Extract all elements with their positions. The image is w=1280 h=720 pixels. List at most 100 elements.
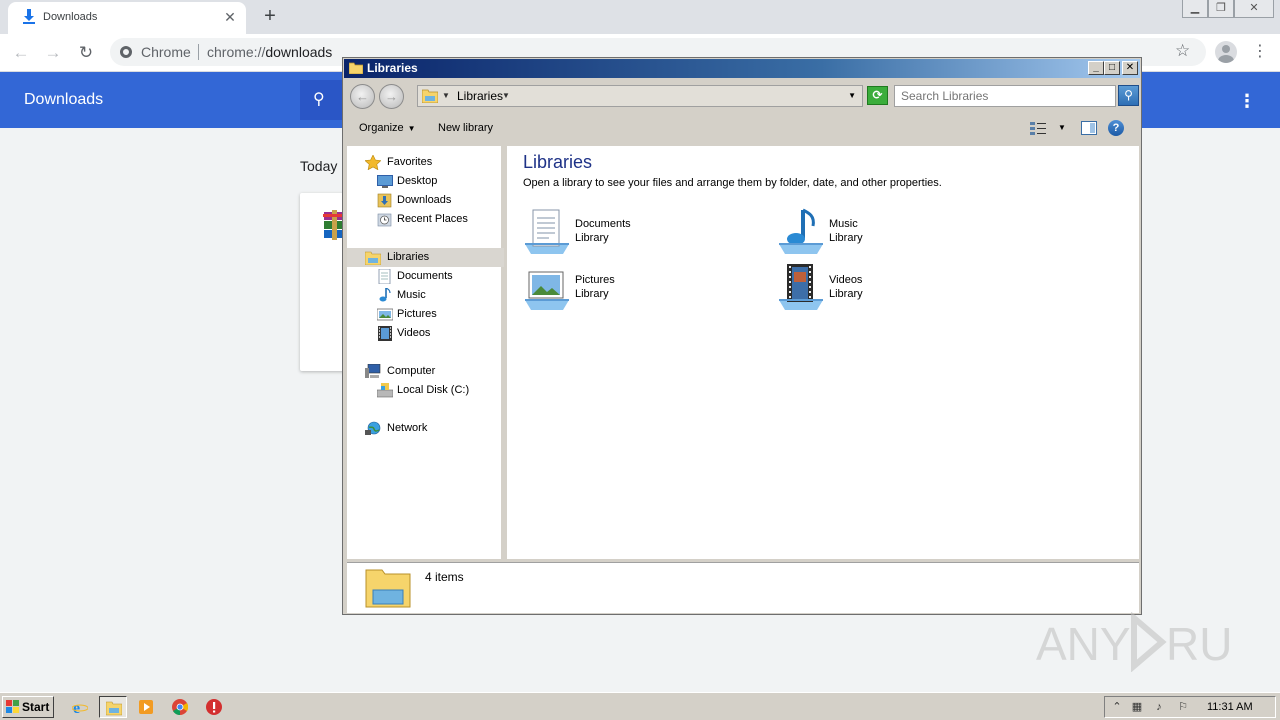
- window-close-button[interactable]: ✕: [1122, 61, 1138, 75]
- library-item-pictures[interactable]: Pictures Library: [523, 264, 753, 314]
- section-today: Today: [300, 158, 338, 174]
- search-icon[interactable]: ⚲: [1118, 85, 1139, 106]
- new-tab-button[interactable]: +: [258, 6, 282, 28]
- nav-item-pictures[interactable]: Pictures: [347, 305, 504, 324]
- search-field[interactable]: [894, 85, 1116, 107]
- nav-item-videos[interactable]: Videos: [347, 324, 504, 343]
- chrome-menu-icon[interactable]: ⋮: [1252, 42, 1268, 62]
- start-button[interactable]: Start: [2, 696, 54, 718]
- back-arrow-icon[interactable]: ←: [10, 42, 32, 64]
- explorer-nav-bar: ← → ▼ Libraries ▼ ▼ ⟳ ⚲: [347, 82, 1139, 110]
- windows-flag-icon: [6, 700, 19, 713]
- chrome-tab-strip: Downloads ✕ + ▁ ❐ ✕: [0, 0, 1280, 34]
- url-host: downloads: [265, 44, 333, 60]
- computer-icon: [365, 364, 381, 378]
- libraries-window: Libraries _ □ ✕ ← → ▼ Libraries ▼ ▼ ⟳ ⚲ …: [342, 57, 1142, 615]
- anyrun-watermark-logo: ANY RUN: [1036, 612, 1236, 672]
- reload-icon[interactable]: ↻: [75, 42, 97, 64]
- change-view-icon[interactable]: [1030, 121, 1046, 135]
- library-name: Documents: [575, 218, 631, 230]
- nav-item-libraries[interactable]: Libraries: [347, 248, 504, 267]
- taskbar-ie[interactable]: e: [66, 696, 94, 718]
- help-icon[interactable]: ?: [1108, 120, 1124, 136]
- windows-taskbar: Start e ⌃ ▦ ♪ ⚐ 11:31 AM: [0, 692, 1280, 720]
- svg-text:RUN: RUN: [1166, 618, 1236, 670]
- nav-item-music[interactable]: Music: [347, 286, 504, 305]
- tab-close-icon[interactable]: ✕: [222, 9, 238, 25]
- downloads-more-icon[interactable]: ⋮: [1238, 90, 1256, 112]
- item-count: 4 items: [425, 570, 464, 584]
- nav-item-downloads[interactable]: Downloads: [347, 191, 504, 210]
- music-note-icon: [379, 288, 391, 302]
- desktop-icon: [377, 175, 393, 188]
- library-name: Music: [829, 218, 858, 230]
- stop-sign-icon: [206, 699, 222, 715]
- profile-avatar-icon[interactable]: [1215, 41, 1237, 63]
- nav-item-documents[interactable]: Documents: [347, 267, 504, 286]
- nav-item-recent-places[interactable]: Recent Places: [347, 210, 504, 229]
- network-tray-icon[interactable]: ▦: [1129, 700, 1145, 715]
- explorer-address-bar[interactable]: ▼ Libraries ▼ ▼: [417, 85, 863, 107]
- back-button[interactable]: ←: [350, 84, 375, 109]
- nav-label-desktop: Desktop: [397, 175, 438, 187]
- minimize-button[interactable]: ▁: [1182, 0, 1208, 18]
- window-maximize-button[interactable]: □: [1104, 61, 1120, 75]
- volume-icon[interactable]: ♪: [1151, 700, 1167, 715]
- library-item-music[interactable]: Music Library: [777, 208, 1007, 258]
- chrome-icon: [172, 699, 188, 715]
- action-center-flag-icon[interactable]: ⚐: [1175, 700, 1191, 715]
- nav-item-local-disk[interactable]: Local Disk (C:): [347, 381, 504, 400]
- documents-icon: [378, 269, 391, 284]
- nav-item-network[interactable]: Network: [347, 419, 504, 438]
- forward-button[interactable]: →: [379, 84, 404, 109]
- taskbar-chrome[interactable]: [166, 696, 194, 718]
- videos-filmstrip-icon: [378, 326, 392, 341]
- show-hidden-icons-icon[interactable]: ⌃: [1109, 700, 1125, 715]
- network-globe-icon: [365, 421, 381, 435]
- close-window-button[interactable]: ✕: [1234, 0, 1274, 18]
- restore-button[interactable]: ❐: [1208, 0, 1234, 18]
- bookmark-star-icon[interactable]: ☆: [1175, 41, 1190, 61]
- svg-text:e: e: [73, 700, 80, 715]
- view-options-dropdown-icon[interactable]: ▼: [1058, 123, 1066, 132]
- recent-places-icon: [377, 213, 392, 227]
- nav-item-favorites[interactable]: Favorites: [347, 153, 504, 172]
- tab-title: Downloads: [43, 11, 98, 23]
- search-icon: ⚲: [313, 91, 325, 108]
- svg-text:ANY: ANY: [1036, 618, 1131, 670]
- address-text[interactable]: Libraries: [457, 89, 503, 103]
- nav-label-libraries: Libraries: [387, 251, 430, 263]
- taskbar-stop-app[interactable]: [200, 696, 228, 718]
- nav-label-downloads: Downloads: [397, 194, 452, 206]
- preview-pane-icon[interactable]: [1081, 121, 1097, 135]
- taskbar-media-player[interactable]: [132, 696, 160, 718]
- library-type: Library: [829, 232, 863, 244]
- nav-label-videos: Videos: [397, 327, 431, 339]
- nav-item-desktop[interactable]: Desktop: [347, 172, 504, 191]
- nav-item-computer[interactable]: Computer: [347, 362, 504, 381]
- library-item-documents[interactable]: Documents Library: [523, 208, 753, 258]
- taskbar-explorer[interactable]: [99, 696, 127, 718]
- library-item-videos[interactable]: Videos Library: [777, 264, 1007, 314]
- address-separator-arrow[interactable]: ▼: [442, 91, 450, 100]
- window-minimize-button[interactable]: _: [1088, 61, 1104, 75]
- forward-arrow-icon[interactable]: →: [42, 42, 64, 64]
- new-library-button[interactable]: New library: [438, 122, 493, 134]
- tab-downloads[interactable]: Downloads ✕: [8, 2, 246, 34]
- downloads-search-button[interactable]: ⚲: [300, 80, 342, 120]
- window-titlebar[interactable]: Libraries _ □ ✕: [344, 59, 1140, 78]
- libraries-folder-icon: [365, 251, 381, 265]
- refresh-icon[interactable]: ⟳: [867, 86, 888, 105]
- address-dropdown-icon[interactable]: ▼: [848, 91, 856, 100]
- explorer-folder-icon: [106, 701, 122, 716]
- chrome-site-icon: [120, 46, 132, 58]
- navigation-pane: Favorites Desktop Downloads Recent Place…: [347, 146, 504, 559]
- clock[interactable]: 11:31 AM: [1207, 701, 1253, 713]
- organize-menu[interactable]: Organize ▼: [359, 122, 416, 134]
- libraries-large-folder-icon: [365, 569, 411, 608]
- url-scheme: chrome://: [207, 44, 266, 60]
- address-crumb-arrow[interactable]: ▼: [502, 91, 510, 100]
- search-input[interactable]: [895, 86, 1115, 106]
- library-name: Pictures: [575, 274, 615, 286]
- nav-label-local-disk: Local Disk (C:): [397, 384, 470, 396]
